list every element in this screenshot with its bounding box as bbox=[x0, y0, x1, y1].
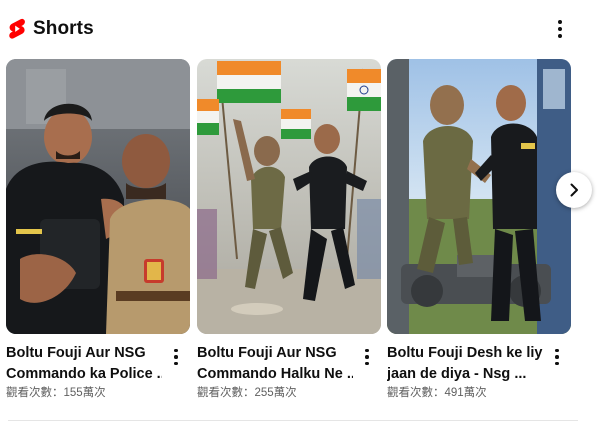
short-card-3[interactable]: Boltu Fouji Desh ke liye jaan de diya - … bbox=[387, 59, 571, 399]
thumbnail-image-flags-run bbox=[197, 59, 381, 334]
short-thumbnail-1[interactable] bbox=[6, 59, 190, 334]
short-more-button-3[interactable] bbox=[547, 346, 567, 368]
short-title-line: Commando ka Police ... bbox=[6, 366, 162, 382]
short-thumbnail-2[interactable] bbox=[197, 59, 381, 334]
short-title-3[interactable]: Boltu Fouji Desh ke liye jaan de diya - … bbox=[387, 343, 543, 385]
short-title-1[interactable]: Boltu Fouji Aur NSG Commando ka Police .… bbox=[6, 343, 162, 385]
short-more-button-1[interactable] bbox=[166, 346, 186, 368]
shelf-header: Shorts bbox=[0, 12, 600, 46]
short-card-2[interactable]: Boltu Fouji Aur NSG Commando Halku Ne ..… bbox=[197, 59, 381, 399]
youtube-shorts-logo-icon bbox=[9, 18, 25, 39]
next-shorts-button[interactable] bbox=[556, 172, 592, 208]
more-vert-icon bbox=[558, 20, 562, 38]
short-view-count-2: 觀看次數：255萬次 bbox=[197, 387, 297, 399]
chevron-right-icon bbox=[570, 183, 578, 197]
more-vert-icon bbox=[365, 348, 369, 366]
short-thumbnail-3[interactable] bbox=[387, 59, 571, 334]
section-divider bbox=[8, 420, 578, 421]
more-vert-icon bbox=[555, 348, 559, 366]
thumbnail-image-commando-police bbox=[6, 59, 190, 334]
short-more-button-2[interactable] bbox=[357, 346, 377, 368]
short-view-count-1: 觀看次數：155萬次 bbox=[6, 387, 106, 399]
short-title-line: Boltu Fouji Desh ke liye bbox=[387, 345, 543, 361]
short-title-line: Boltu Fouji Aur NSG bbox=[6, 345, 146, 361]
short-view-count-3: 觀看次數：491萬次 bbox=[387, 387, 487, 399]
shelf-more-button[interactable] bbox=[548, 16, 572, 42]
short-title-line: Boltu Fouji Aur NSG bbox=[197, 345, 337, 361]
shelf-title: Shorts bbox=[33, 18, 94, 39]
short-title-line: Commando Halku Ne ... bbox=[197, 366, 353, 382]
shorts-shelf: Shorts Boltu Fouji Aur NSG Commando ka P… bbox=[0, 0, 600, 426]
short-card-1[interactable]: Boltu Fouji Aur NSG Commando ka Police .… bbox=[6, 59, 190, 399]
more-vert-icon bbox=[174, 348, 178, 366]
short-title-line: jaan de diya - Nsg ... bbox=[387, 366, 527, 382]
short-title-2[interactable]: Boltu Fouji Aur NSG Commando Halku Ne ..… bbox=[197, 343, 353, 385]
thumbnail-image-train-fight bbox=[387, 59, 571, 334]
